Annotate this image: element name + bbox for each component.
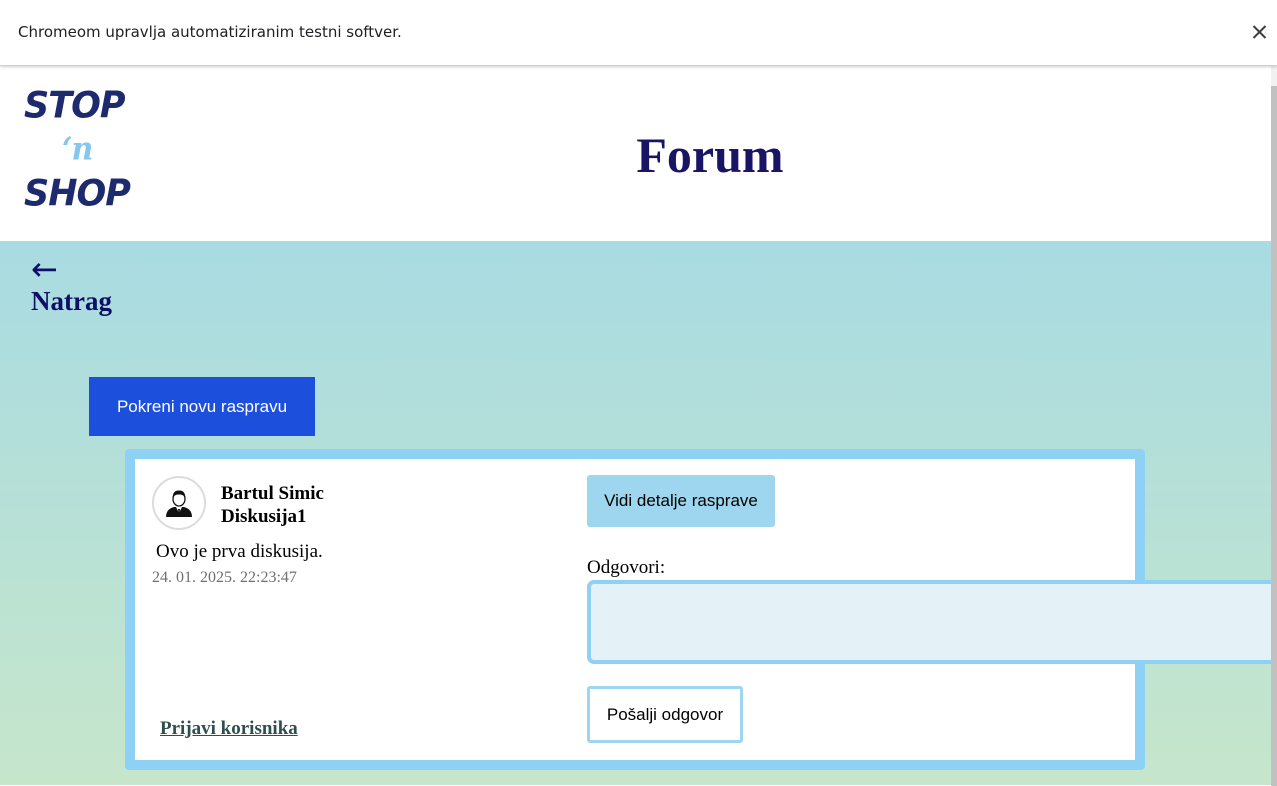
discussion-card: Bartul Simic Diskusija1 Ovo je prva disk… [125,449,1277,770]
discussion-body: Ovo je prva diskusija. [156,541,323,562]
logo-line-1: STOP [24,85,125,127]
back-arrow-icon: ← [31,250,58,288]
new-discussion-button[interactable]: Pokreni novu raspravu [89,377,315,436]
forum-main: ← Natrag Pokreni novu raspravu Bartul Si… [0,241,1277,785]
close-icon[interactable] [1249,21,1271,43]
discussion-title: Diskusija1 [221,506,307,527]
infobar-message: Chromeom upravlja automatiziranim testni… [18,23,402,41]
view-details-button[interactable]: Vidi detalje rasprave [587,475,775,527]
discussion-date: 24. 01. 2025. 22:23:47 [152,569,297,586]
scrollbar-thumb[interactable] [1271,86,1277,786]
automation-infobar: Chromeom upravlja automatiziranim testni… [0,0,1277,66]
back-label: Natrag [31,286,112,316]
report-user-link[interactable]: Prijavi korisnika [160,718,298,740]
send-reply-button[interactable]: Pošalji odgovor [587,686,743,743]
back-link[interactable]: ← Natrag [31,253,112,317]
discussion-author: Bartul Simic [221,483,324,504]
reply-input[interactable] [587,580,1277,664]
avatar [152,476,206,530]
scrollbar[interactable] [1271,66,1277,786]
site-header: STOP ‘n SHOP Forum [0,66,1271,241]
user-avatar-icon [166,490,192,517]
reply-label: Odgovori: [587,557,666,578]
page-title: Forum [636,127,784,183]
